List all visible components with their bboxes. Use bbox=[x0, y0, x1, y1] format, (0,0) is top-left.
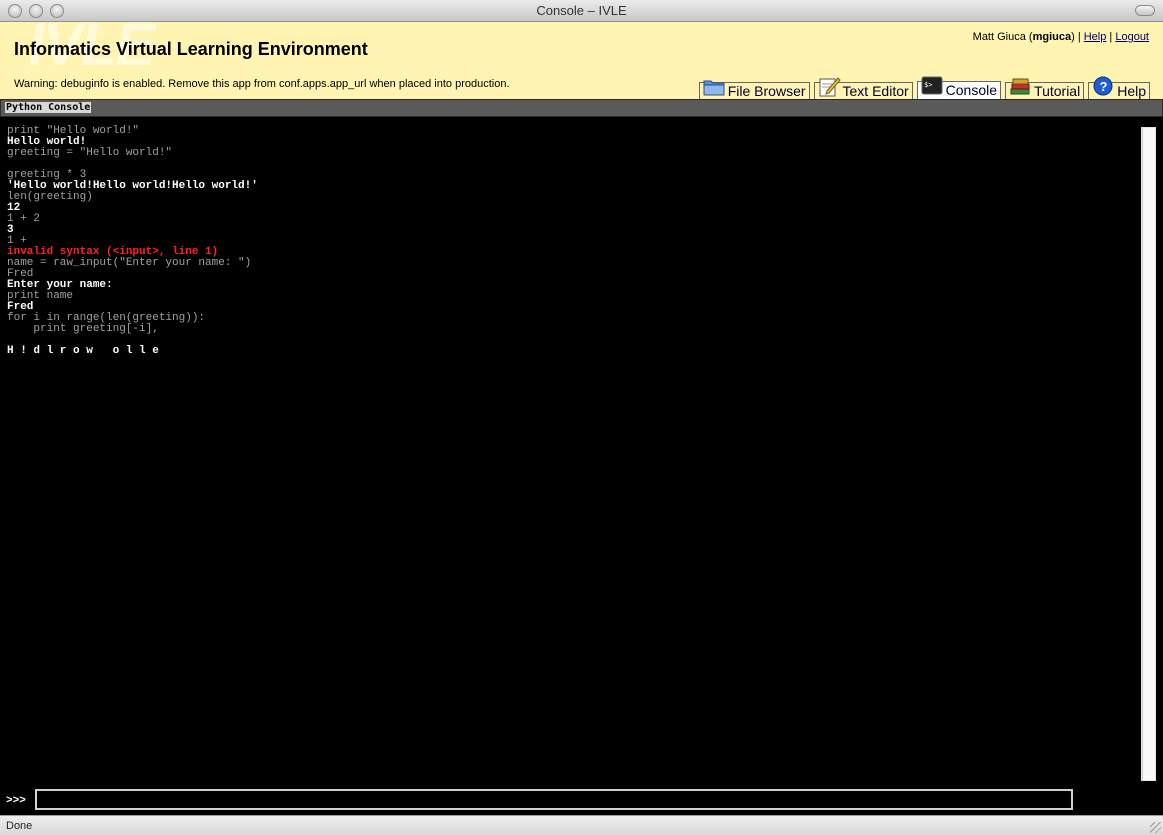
console-line: print greeting[-i], bbox=[7, 323, 159, 335]
console-line: Hello world! bbox=[7, 136, 87, 148]
console-heading: Python Console bbox=[5, 102, 92, 113]
console-output: print "Hello world!" Hello world! greeting… bbox=[0, 117, 1141, 785]
pencil-icon bbox=[819, 77, 841, 97]
status-text: Done bbox=[6, 820, 33, 832]
folder-icon bbox=[703, 80, 725, 96]
window-title: Console – IVLE bbox=[536, 3, 627, 18]
console-line: print "Hello world!" bbox=[7, 125, 140, 137]
console-line: greeting = "Hello world!" bbox=[7, 147, 173, 159]
ivle-header: IVLE Informatics Virtual Learning Enviro… bbox=[0, 22, 1163, 99]
user-bar: Matt Giuca (mgiuca) | Help | Logout bbox=[972, 31, 1149, 43]
books-icon bbox=[1010, 78, 1030, 95]
console-input-row: >>> bbox=[0, 785, 1163, 815]
resize-grip[interactable] bbox=[1150, 822, 1161, 833]
tab-tutorial[interactable]: Tutorial bbox=[1005, 78, 1085, 99]
console-line: H ! d l r o w o l l e bbox=[7, 345, 159, 357]
console-line: for i in range(len(greeting)): bbox=[7, 312, 206, 324]
toolbar-toggle-button[interactable] bbox=[1135, 5, 1155, 16]
tab-text-editor[interactable]: Text Editor bbox=[813, 77, 913, 99]
console-line: Enter your name: bbox=[7, 279, 113, 291]
console-heading-bar: Python Console bbox=[0, 99, 1163, 117]
console-line: 12 bbox=[7, 202, 21, 214]
tab-label: File Browser bbox=[727, 83, 806, 99]
console-line: 1 + 2 bbox=[7, 213, 41, 225]
console-input[interactable] bbox=[35, 789, 1073, 810]
console-line: name = raw_input("Enter your name: ") bbox=[7, 257, 252, 269]
user-login: mgiuca bbox=[1032, 31, 1072, 43]
svg-text:$>: $> bbox=[924, 81, 932, 89]
user-name: Matt Giuca bbox=[972, 31, 1026, 43]
tab-label: Console bbox=[945, 82, 998, 98]
tab-console[interactable]: $> Console bbox=[916, 76, 1002, 99]
console-line: print name bbox=[7, 290, 74, 302]
help-icon: ? bbox=[1093, 76, 1113, 96]
tab-help[interactable]: ? Help bbox=[1088, 76, 1150, 99]
scrollbar-thumb[interactable] bbox=[1142, 128, 1155, 780]
window-titlebar: Console – IVLE bbox=[0, 0, 1163, 22]
console-line: 'Hello world!Hello world!Hello world!' bbox=[7, 180, 258, 192]
output-scrollbar[interactable] bbox=[1141, 127, 1156, 781]
tab-label: Tutorial bbox=[1034, 83, 1081, 99]
svg-text:?: ? bbox=[1100, 79, 1108, 94]
debug-warning: Warning: debuginfo is enabled. Remove th… bbox=[14, 78, 510, 90]
help-link[interactable]: Help bbox=[1084, 31, 1107, 43]
console-line: Fred bbox=[7, 268, 34, 280]
tab-label: Help bbox=[1117, 83, 1146, 99]
browser-statusbar: Done bbox=[0, 815, 1163, 835]
console-line: len(greeting) bbox=[7, 191, 93, 203]
terminal-icon: $> bbox=[921, 76, 943, 95]
app-tabs: File Browser Text Editor $> Console Tuto… bbox=[698, 76, 1150, 99]
logout-link[interactable]: Logout bbox=[1115, 31, 1149, 43]
tab-label: Text Editor bbox=[842, 83, 909, 99]
console-line: 3 bbox=[7, 224, 14, 236]
tab-file-browser[interactable]: File Browser bbox=[698, 80, 810, 99]
console-prompt: >>> bbox=[6, 795, 26, 807]
app-title: Informatics Virtual Learning Environment bbox=[14, 39, 368, 59]
